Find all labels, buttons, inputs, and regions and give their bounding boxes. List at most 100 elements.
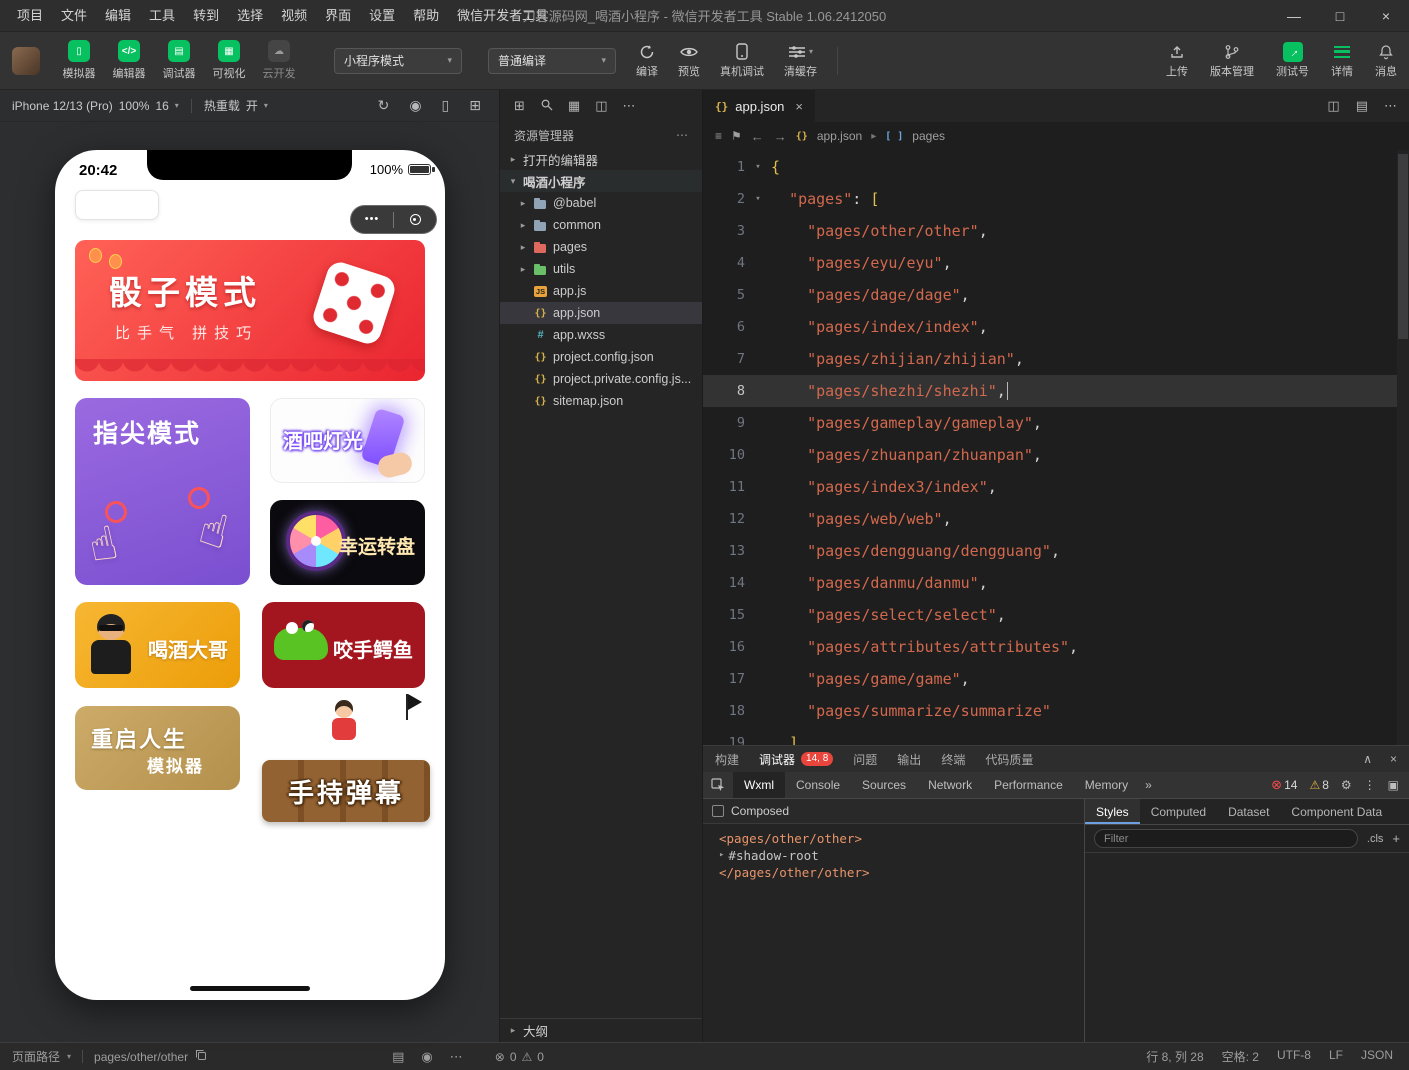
forward-icon[interactable]: →	[774, 129, 787, 144]
styles-tab[interactable]: Styles	[1085, 799, 1140, 824]
editor-tab-appjson[interactable]: {} app.json ×	[703, 90, 815, 122]
wxml-close-tag[interactable]: </pages/other/other>	[703, 864, 1084, 881]
code-line[interactable]: 14 "pages/danmu/danmu" ,	[703, 567, 1409, 599]
composed-checkbox[interactable]	[712, 805, 724, 817]
code-line[interactable]: 18 "pages/summarize/summarize"	[703, 695, 1409, 727]
close-icon[interactable]: ×	[1363, 0, 1409, 32]
code-line[interactable]: 17 "pages/game/game" ,	[703, 663, 1409, 695]
styles-tab[interactable]: Dataset	[1217, 799, 1280, 824]
tile-crocodile[interactable]: 咬手鳄鱼	[262, 602, 425, 688]
debug-tab[interactable]: 调试器 14, 8	[759, 751, 833, 768]
menu-item[interactable]: 选择	[228, 0, 272, 32]
capsule-home-icon[interactable]	[394, 214, 436, 225]
device-selector[interactable]: iPhone 12/13 (Pro) 100% 16 ▾	[12, 99, 179, 113]
preview-button[interactable]: 预览	[678, 43, 700, 79]
details-button[interactable]: 详情	[1331, 43, 1353, 79]
capsule-menu[interactable]: •••	[350, 205, 437, 234]
menu-item[interactable]: 界面	[316, 0, 360, 32]
menu-item[interactable]: 设置	[360, 0, 404, 32]
devtools-tab[interactable]: Console	[785, 772, 851, 798]
code-line[interactable]: 7 "pages/zhijian/zhijian" ,	[703, 343, 1409, 375]
menu-item[interactable]: 视频	[272, 0, 316, 32]
file-tree-item[interactable]: ▸ project.private.config.js...	[500, 368, 702, 390]
code-line[interactable]: 13 "pages/dengguang/dengguang" ,	[703, 535, 1409, 567]
file-tree-item[interactable]: ▸ common	[500, 214, 702, 236]
tile-fingertip-mode[interactable]: 指尖模式 ☝ ☝	[75, 398, 250, 585]
split-editor-icon[interactable]: ◫	[1327, 98, 1339, 114]
multi-window-icon[interactable]: ⊞	[469, 97, 481, 114]
search-icon[interactable]	[540, 98, 553, 114]
compile-mode-select[interactable]: 普通编译 ▾	[488, 48, 616, 74]
upload-button[interactable]: 上传	[1166, 43, 1188, 79]
more-actions-icon[interactable]: ⋯	[676, 128, 688, 142]
file-tree-item[interactable]: ▸ app.js	[500, 280, 702, 302]
debug-tab[interactable]: 问题	[853, 751, 877, 768]
devtools-tab[interactable]: Wxml	[733, 772, 785, 798]
maximize-icon[interactable]: □	[1317, 0, 1363, 32]
more-icon[interactable]: ⋯	[623, 98, 636, 114]
scrollbar-thumb[interactable]	[1398, 154, 1408, 339]
styles-tab[interactable]: Computed	[1140, 799, 1217, 824]
file-tree-item[interactable]: ▸ @babel	[500, 192, 702, 214]
project-root[interactable]: ▾ 喝酒小程序	[500, 170, 702, 192]
collapse-icon[interactable]: ∧	[1363, 752, 1372, 766]
close-icon[interactable]: ×	[795, 99, 803, 114]
fold-icon[interactable]: ▾	[745, 162, 771, 172]
devtools-tab[interactable]: Performance	[983, 772, 1074, 798]
more-icon[interactable]: ⋯	[450, 1049, 463, 1065]
bookmark-icon[interactable]: ⚑	[731, 129, 742, 143]
toolbar-tool-button[interactable]: ☁ 云开发	[254, 40, 304, 81]
menu-item[interactable]: 转到	[184, 0, 228, 32]
code-line[interactable]: 5 "pages/dage/dage" ,	[703, 279, 1409, 311]
code-line[interactable]: 9 "pages/gameplay/gameplay" ,	[703, 407, 1409, 439]
device-debug-button[interactable]: 真机调试	[720, 43, 764, 79]
toolbar-tool-button[interactable]: </> 编辑器	[104, 40, 154, 81]
messages-button[interactable]: 消息	[1375, 43, 1397, 79]
clear-cache-button[interactable]: ▾ 清缓存	[784, 43, 817, 79]
more-tabs-icon[interactable]: »	[1139, 772, 1158, 798]
menu-item[interactable]: 项目	[8, 0, 52, 32]
file-tree-item[interactable]: ▸ utils	[500, 258, 702, 280]
code-line[interactable]: 15 "pages/select/select" ,	[703, 599, 1409, 631]
mode-select[interactable]: 小程序模式 ▾	[334, 48, 462, 74]
more-vertical-icon[interactable]: ⋮	[1364, 778, 1376, 792]
toolbar-tool-button[interactable]: ▯ 模拟器	[54, 40, 104, 81]
code-line[interactable]: 3 "pages/other/other" ,	[703, 215, 1409, 247]
indent-setting[interactable]: 空格: 2	[1222, 1048, 1259, 1065]
code-line[interactable]: 8 "pages/shezhi/shezhi" ,	[703, 375, 1409, 407]
inspect-element-icon[interactable]	[703, 772, 733, 798]
code-line[interactable]: 11 "pages/index3/index" ,	[703, 471, 1409, 503]
vconsole-icon[interactable]: ▤	[392, 1049, 404, 1065]
tile-bar-light[interactable]: 酒吧灯光	[270, 398, 425, 483]
compile-button[interactable]: 编译	[636, 43, 658, 79]
problems-summary[interactable]: ⊗ 0 ⚠ 0	[495, 1050, 544, 1064]
code-line[interactable]: 16 "pages/attributes/attributes" ,	[703, 631, 1409, 663]
tile-handheld-danmu[interactable]: 手持弹幕	[262, 700, 430, 822]
more-menu-icon[interactable]: •••	[351, 205, 393, 234]
menu-item[interactable]: 编辑	[96, 0, 140, 32]
cursor-position[interactable]: 行 8, 列 28	[1146, 1048, 1203, 1065]
test-account-button[interactable]: → 测试号	[1276, 43, 1309, 79]
eol-setting[interactable]: LF	[1329, 1048, 1343, 1065]
user-avatar[interactable]	[12, 47, 40, 75]
minimize-icon[interactable]: —	[1271, 0, 1317, 32]
file-tree-item[interactable]: ▸ app.wxss	[500, 324, 702, 346]
mini-search-box[interactable]	[75, 190, 159, 220]
code-line[interactable]: 10 "pages/zhuanpan/zhuanpan" ,	[703, 439, 1409, 471]
code-line[interactable]: 2 ▾ "pages" : [	[703, 183, 1409, 215]
wxml-open-tag[interactable]: <pages/other/other>	[703, 830, 1084, 847]
language-mode[interactable]: JSON	[1361, 1048, 1393, 1065]
file-tree-item[interactable]: ▸ pages	[500, 236, 702, 258]
list-icon[interactable]: ≡	[715, 129, 722, 143]
menu-item[interactable]: 文件	[52, 0, 96, 32]
menu-item[interactable]: 帮助	[404, 0, 448, 32]
tile-lucky-wheel[interactable]: 幸运转盘	[270, 500, 425, 585]
outline-section[interactable]: ▸ 大纲	[500, 1018, 702, 1042]
devtools-tab[interactable]: Memory	[1074, 772, 1139, 798]
menu-item[interactable]: 工具	[140, 0, 184, 32]
toolbar-tool-button[interactable]: ▤ 调试器	[154, 40, 204, 81]
device-frame-icon[interactable]: ▯	[442, 97, 450, 114]
open-editors-section[interactable]: ▸ 打开的编辑器	[500, 148, 702, 170]
editor-scrollbar[interactable]	[1397, 150, 1409, 745]
code-line[interactable]: 6 "pages/index/index" ,	[703, 311, 1409, 343]
